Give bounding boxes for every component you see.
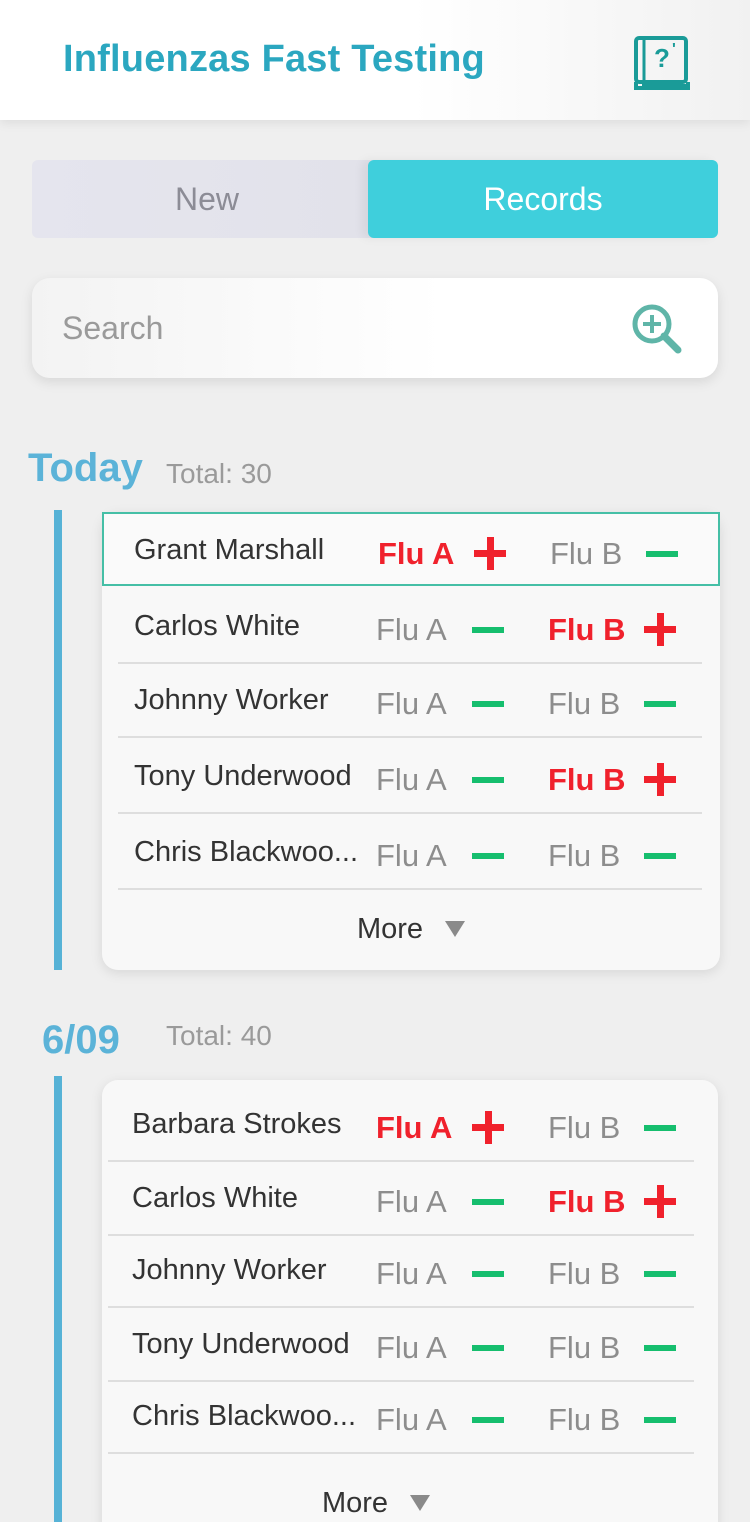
app-title: Influenzas Fast Testing — [63, 38, 485, 80]
flu-b-label: Flu B — [548, 1184, 626, 1219]
table-row[interactable]: Grant Marshall Flu A Flu B — [102, 512, 720, 586]
minus-icon — [472, 1331, 506, 1365]
minus-icon — [644, 1111, 678, 1145]
table-row[interactable]: Chris Blackwoo... Flu A Flu B — [118, 816, 702, 890]
flu-a-label: Flu A — [376, 1256, 447, 1291]
patient-name: Chris Blackwoo... — [134, 836, 359, 868]
minus-icon — [472, 763, 506, 797]
flu-b-label: Flu B — [548, 762, 626, 797]
flu-b-label: Flu B — [548, 1256, 621, 1291]
triangle-down-icon — [445, 921, 466, 937]
triangle-down-icon — [410, 1495, 431, 1511]
more-label: More — [356, 912, 424, 945]
svg-text:': ' — [672, 41, 676, 58]
minus-icon — [644, 1403, 678, 1437]
minus-icon — [644, 839, 678, 873]
patient-name: Tony Underwood — [134, 760, 352, 792]
group-date: Today — [28, 446, 143, 490]
group-total: Total: 30 — [166, 458, 272, 489]
timeline-bar — [54, 510, 62, 970]
minus-icon — [472, 1403, 506, 1437]
patient-name: Grant Marshall — [134, 534, 325, 566]
plus-icon — [474, 537, 508, 571]
flu-a-label: Flu A — [376, 762, 447, 797]
flu-b-label: Flu B — [548, 612, 626, 647]
flu-a-label: Flu A — [376, 1110, 453, 1145]
patient-name: Chris Blackwoo... — [132, 1400, 357, 1432]
minus-icon — [472, 1185, 506, 1219]
app-screen: Influenzas Fast Testing ? ' New Records — [0, 0, 750, 1522]
search-bar — [32, 278, 718, 378]
flu-a-label: Flu A — [376, 1402, 447, 1437]
minus-icon — [644, 1331, 678, 1365]
table-row[interactable]: Barbara Strokes Flu A Flu B — [108, 1088, 694, 1162]
minus-icon — [646, 537, 680, 571]
flu-b-label: Flu B — [548, 1402, 621, 1437]
flu-b-label: Flu B — [548, 686, 621, 721]
table-row[interactable]: Tony Underwood Flu A Flu B — [108, 1308, 694, 1382]
flu-a-label: Flu A — [378, 536, 455, 571]
more-label: More — [321, 1486, 389, 1519]
flu-a-label: Flu A — [376, 1330, 447, 1365]
group-total: Total: 40 — [166, 1020, 272, 1051]
minus-icon — [472, 613, 506, 647]
records-card-0609: Barbara Strokes Flu A Flu B Carlos White… — [102, 1080, 718, 1522]
tab-new[interactable]: New — [32, 160, 382, 238]
plus-icon — [644, 1185, 678, 1219]
patient-name: Johnny Worker — [134, 684, 329, 716]
more-button[interactable]: More — [102, 892, 720, 966]
flu-a-label: Flu A — [376, 1184, 447, 1219]
search-input[interactable] — [62, 306, 622, 350]
minus-icon — [472, 1257, 506, 1291]
group-date: 6/09 — [42, 1018, 120, 1062]
zoom-search-icon[interactable] — [630, 302, 684, 356]
patient-name: Carlos White — [132, 1182, 298, 1214]
flu-a-label: Flu A — [376, 612, 447, 647]
tab-records[interactable]: Records — [368, 160, 718, 238]
more-button[interactable]: More — [68, 1466, 684, 1522]
flu-b-label: Flu B — [548, 838, 621, 873]
plus-icon — [644, 763, 678, 797]
patient-name: Johnny Worker — [132, 1254, 327, 1286]
table-row[interactable]: Johnny Worker Flu A Flu B — [118, 664, 702, 738]
minus-icon — [644, 1257, 678, 1291]
minus-icon — [472, 839, 506, 873]
tab-bar: New Records — [32, 160, 718, 238]
table-row[interactable]: Chris Blackwoo... Flu A Flu B — [108, 1380, 694, 1454]
flu-a-label: Flu A — [376, 686, 447, 721]
plus-icon — [644, 613, 678, 647]
flu-b-label: Flu B — [548, 1110, 621, 1145]
minus-icon — [644, 687, 678, 721]
timeline-bar — [54, 1076, 62, 1522]
flu-b-label: Flu B — [548, 1330, 621, 1365]
patient-name: Tony Underwood — [132, 1328, 350, 1360]
records-card-today: Grant Marshall Flu A Flu B Carlos White … — [102, 512, 720, 970]
plus-icon — [472, 1111, 506, 1145]
svg-text:?: ? — [654, 43, 670, 73]
minus-icon — [472, 687, 506, 721]
help-book-icon[interactable]: ? ' — [632, 34, 692, 92]
table-row[interactable]: Johnny Worker Flu A Flu B — [108, 1234, 694, 1308]
patient-name: Barbara Strokes — [132, 1108, 342, 1140]
patient-name: Carlos White — [134, 610, 300, 642]
flu-b-label: Flu B — [550, 536, 623, 571]
table-row[interactable]: Carlos White Flu A Flu B — [108, 1162, 694, 1236]
table-row[interactable]: Carlos White Flu A Flu B — [118, 590, 702, 664]
flu-a-label: Flu A — [376, 838, 447, 873]
table-row[interactable]: Tony Underwood Flu A Flu B — [118, 740, 702, 814]
app-header: Influenzas Fast Testing ? ' — [0, 0, 750, 120]
